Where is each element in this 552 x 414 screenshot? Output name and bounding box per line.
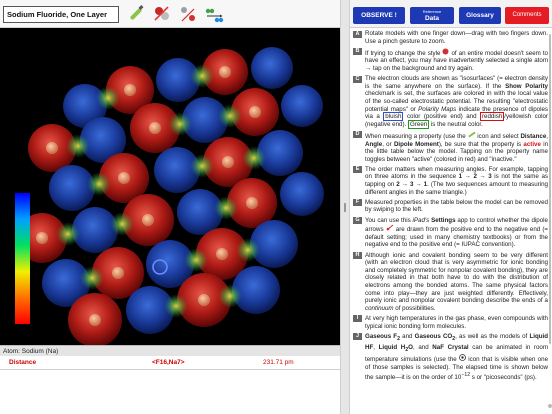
measurement-table: Distance <F16,Na7> 231.71 pm: [0, 356, 340, 414]
divider-grip-icon[interactable]: [344, 203, 346, 212]
measure-pipette-icon[interactable]: [126, 4, 146, 24]
dipole-icon[interactable]: [178, 4, 198, 24]
animate-icon: [459, 354, 466, 362]
measurement-row[interactable]: Distance <F16,Na7> 231.71 pm: [0, 356, 340, 370]
note-letter: C: [353, 75, 362, 83]
polarity-color-scale: [15, 193, 30, 324]
model-toolbar: Sodium Fluoride, One Layer: [0, 0, 340, 28]
measurement-property[interactable]: Distance: [9, 356, 36, 370]
info-tabs: OBSERVE ! Reference Data Glossary Commen…: [350, 0, 552, 28]
scroll-indicator-icon: [548, 404, 552, 408]
molecule-viewer[interactable]: [0, 28, 340, 345]
tab-observe[interactable]: OBSERVE !: [353, 7, 405, 24]
tab-glossary[interactable]: Glossary: [459, 7, 501, 24]
note-a: A Rotate models with one finger down—dra…: [353, 30, 548, 45]
note-b: B If trying to change the style of an en…: [353, 48, 548, 73]
note-j: J Gaseous F2 and Gaseous CO2, as well as…: [353, 333, 548, 382]
tab-reference-data[interactable]: Reference Data: [410, 7, 454, 24]
note-letter: A: [353, 30, 362, 38]
tab-data-caption: Reference: [422, 9, 442, 14]
delete-atoms-icon[interactable]: [152, 4, 172, 24]
note-e: E The order matters when measuring angle…: [353, 166, 548, 196]
note-letter: B: [353, 48, 362, 56]
note-letter: G: [353, 217, 362, 225]
note-c: C The electron clouds are shown as "isos…: [353, 75, 548, 129]
model-pane: Sodium Fluoride, One Layer Atom: Sodium …: [0, 0, 340, 414]
note-i: I At very high temperatures in the gas p…: [353, 315, 548, 330]
note-letter: J: [353, 333, 362, 341]
note-letter: H: [353, 252, 362, 260]
split-divider[interactable]: [340, 0, 350, 414]
measurement-atoms: <F16,Na7>: [152, 359, 185, 366]
note-h: H Although ionic and covalent bonding se…: [353, 252, 548, 313]
note-letter: D: [353, 131, 362, 139]
observe-notes: A Rotate models with one finger down—dra…: [353, 30, 548, 384]
notes-scrollbar[interactable]: [549, 34, 551, 344]
dipole-arrow-icon: [386, 224, 393, 231]
tab-comments[interactable]: Comments: [505, 7, 549, 24]
note-letter: E: [353, 166, 362, 174]
tab-data-label: Data: [424, 15, 440, 22]
note-f: F Measured properties in the table below…: [353, 199, 548, 214]
atom-status: Atom: Sodium (Na): [0, 345, 340, 356]
note-letter: F: [353, 199, 362, 207]
measurement-value: 231.71 pm: [263, 359, 294, 366]
crystal-model[interactable]: [0, 28, 340, 345]
note-g: G You can use this iPad's Settings app t…: [353, 217, 548, 249]
measure-pipette-icon: [468, 131, 475, 138]
info-pane: OBSERVE ! Reference Data Glossary Commen…: [350, 0, 552, 414]
note-letter: I: [353, 315, 362, 323]
model-title[interactable]: Sodium Fluoride, One Layer: [3, 6, 119, 23]
note-d: D When measuring a property (use the ico…: [353, 131, 548, 163]
reaction-icon[interactable]: [204, 4, 224, 24]
